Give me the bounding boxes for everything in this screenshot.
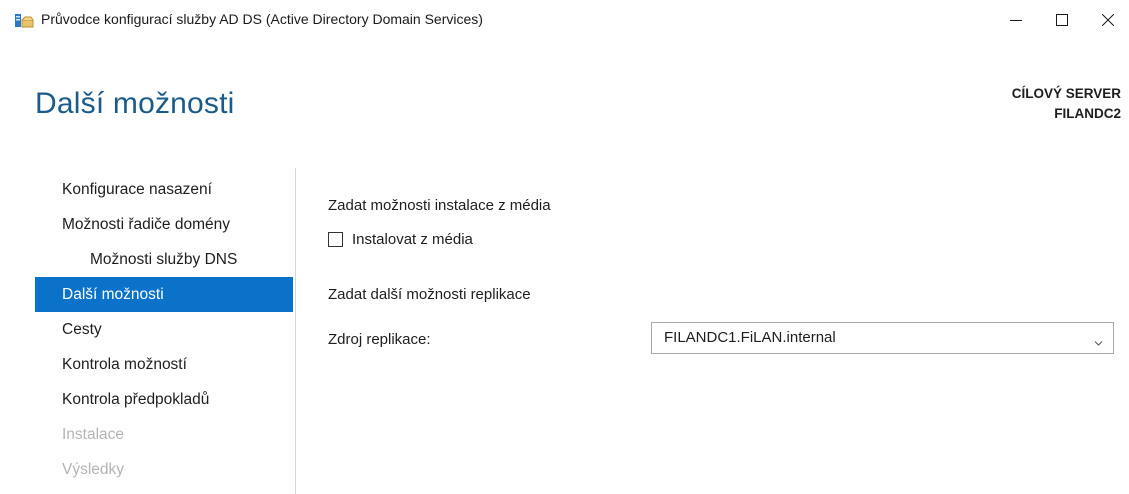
replication-source-label: Zdroj replikace:	[328, 331, 431, 348]
install-from-media-label[interactable]: Instalovat z média	[352, 231, 473, 248]
wizard-window: Průvodce konfigurací služby AD DS (Activ…	[0, 0, 1129, 494]
nav-item-prerequisites-check[interactable]: Kontrola předpokladů	[35, 382, 293, 417]
wizard-navigation: Konfigurace nasazení Možnosti řadiče dom…	[35, 172, 293, 487]
maximize-icon	[1056, 14, 1068, 26]
nav-item-installation: Instalace	[62, 426, 125, 443]
nav-item-additional-options[interactable]: Další možnosti	[35, 277, 293, 312]
server-wizard-icon	[14, 11, 34, 29]
nav-item-paths[interactable]: Cesty	[35, 312, 293, 347]
chevron-down-icon	[1094, 334, 1103, 346]
target-server-info: CÍLOVÝ SERVER FILANDC2	[1012, 84, 1121, 124]
replication-section-title: Zadat další možnosti replikace	[328, 286, 531, 303]
nav-item-review-options[interactable]: Kontrola možností	[35, 347, 293, 382]
close-button[interactable]	[1085, 0, 1129, 40]
minimize-button[interactable]	[993, 0, 1039, 40]
media-section-title: Zadat možnosti instalace z média	[328, 197, 551, 214]
nav-item-results: Výsledky	[62, 461, 125, 478]
nav-item-deployment-configuration[interactable]: Konfigurace nasazení	[35, 172, 293, 207]
maximize-button[interactable]	[1039, 0, 1085, 40]
nav-item-dns-options[interactable]: Možnosti služby DNS	[35, 242, 293, 277]
replication-source-value: FILANDC1.FiLAN.internal	[664, 329, 836, 346]
nav-divider	[295, 168, 296, 494]
page-title: Další možnosti	[35, 87, 235, 120]
window-title: Průvodce konfigurací služby AD DS (Activ…	[41, 11, 483, 27]
target-server-caption: CÍLOVÝ SERVER	[1011, 86, 1121, 101]
install-from-media-checkbox[interactable]	[328, 232, 343, 247]
nav-item-domain-controller-options[interactable]: Možnosti řadiče domény	[35, 207, 293, 242]
replication-source-dropdown[interactable]: FILANDC1.FiLAN.internal	[651, 322, 1114, 354]
title-bar: Průvodce konfigurací služby AD DS (Activ…	[0, 0, 1129, 40]
install-from-media-option[interactable]: Instalovat z média	[328, 231, 473, 248]
minimize-icon	[1010, 14, 1022, 26]
close-icon	[1102, 14, 1114, 26]
target-server-name: FILANDC2	[1054, 106, 1121, 121]
